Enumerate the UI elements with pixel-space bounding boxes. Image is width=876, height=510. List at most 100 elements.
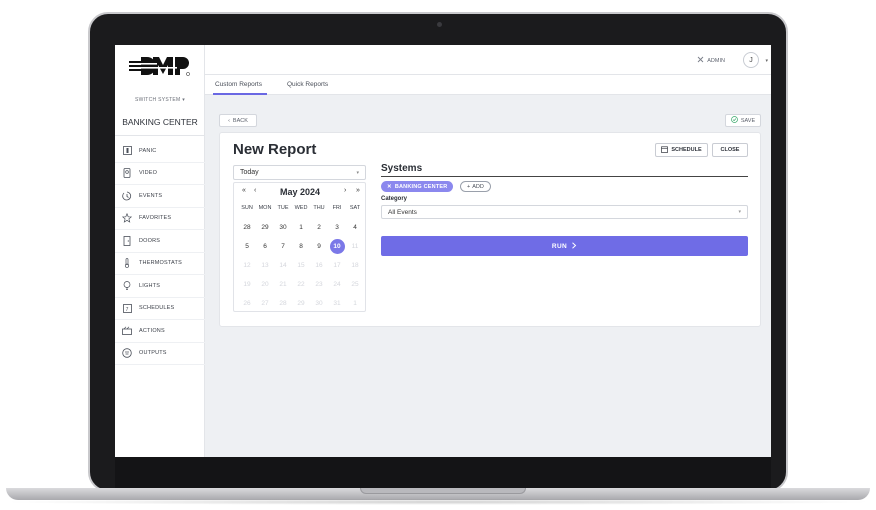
calendar-day-number: 17 bbox=[333, 262, 341, 269]
calendar-day[interactable]: 25 bbox=[346, 275, 364, 294]
chevron-down-icon: ▾ bbox=[356, 170, 359, 176]
calendar-day-number: 6 bbox=[263, 243, 267, 250]
systems-heading: Systems bbox=[381, 163, 423, 174]
tab-custom-reports[interactable]: Custom Reports bbox=[215, 81, 262, 88]
back-button[interactable]: ‹ BACK bbox=[219, 114, 257, 127]
sidebar-item-favorites[interactable]: FAVORITES bbox=[115, 208, 205, 230]
report-card: New Report SCHEDULE CLOSE Today ▾ « ‹ Ma… bbox=[219, 132, 761, 327]
chevron-down-icon: ▾ bbox=[738, 209, 741, 215]
calendar-day[interactable]: 12 bbox=[238, 256, 256, 275]
sidebar: SWITCH SYSTEM ▾ BANKING CENTER PANIC VID… bbox=[115, 45, 205, 457]
sidebar-item-thermostats[interactable]: THERMOSTATS bbox=[115, 253, 205, 275]
calendar-day[interactable]: 7 bbox=[274, 237, 292, 256]
svg-text:7: 7 bbox=[125, 307, 128, 313]
save-button[interactable]: SAVE bbox=[725, 114, 761, 127]
calendar-day-number: 11 bbox=[351, 243, 359, 250]
calendar-day[interactable]: 13 bbox=[256, 256, 274, 275]
first-month-button[interactable]: « bbox=[242, 187, 246, 194]
calendar-day-number: 10 bbox=[329, 239, 345, 254]
date-range-select[interactable]: Today ▾ bbox=[233, 165, 366, 180]
calendar-day[interactable]: 23 bbox=[310, 275, 328, 294]
calendar-day[interactable]: 26 bbox=[238, 294, 256, 313]
calendar-day[interactable]: 1 bbox=[346, 294, 364, 313]
calendar-day[interactable]: 30 bbox=[274, 218, 292, 237]
sidebar-item-outputs[interactable]: OUTPUTS bbox=[115, 343, 205, 365]
calendar-day[interactable]: 2 bbox=[310, 218, 328, 237]
chevron-down-icon[interactable]: ▾ bbox=[765, 58, 768, 64]
system-chip[interactable]: ✕ BANKING CENTER bbox=[381, 181, 454, 192]
chevron-right-icon bbox=[571, 241, 577, 251]
calendar-day-number: 12 bbox=[243, 262, 251, 269]
star-icon bbox=[121, 212, 133, 224]
prev-month-button[interactable]: ‹ bbox=[254, 187, 256, 194]
calendar-day-number: 7 bbox=[281, 243, 285, 250]
sidebar-item-schedules[interactable]: 7 SCHEDULES bbox=[115, 298, 205, 320]
category-value: All Events bbox=[388, 208, 417, 216]
admin-label: ADMIN bbox=[707, 57, 725, 64]
calendar-day-number: 24 bbox=[333, 281, 341, 288]
add-system-button[interactable]: + ADD bbox=[460, 181, 491, 192]
close-button[interactable]: CLOSE bbox=[712, 143, 748, 157]
calendar-day[interactable]: 29 bbox=[256, 218, 274, 237]
sidebar-item-label: DOORS bbox=[139, 237, 161, 244]
run-label: RUN bbox=[551, 242, 568, 250]
user-avatar[interactable]: J bbox=[743, 52, 759, 68]
calendar-day[interactable]: 14 bbox=[274, 256, 292, 275]
calendar-day[interactable]: 19 bbox=[238, 275, 256, 294]
calendar-day-number: 26 bbox=[243, 300, 251, 307]
sidebar-item-actions[interactable]: ACTIONS bbox=[115, 320, 205, 343]
calendar-day-number: 9 bbox=[317, 243, 321, 250]
calendar-day[interactable]: 24 bbox=[328, 275, 346, 294]
page-title: New Report bbox=[233, 141, 317, 158]
close-icon[interactable]: ✕ bbox=[387, 184, 392, 190]
calendar-day-number: 28 bbox=[243, 224, 251, 231]
calendar-day-number: 22 bbox=[297, 281, 305, 288]
calendar-day[interactable]: 3 bbox=[328, 218, 346, 237]
calendar-day[interactable]: 4 bbox=[346, 218, 364, 237]
calendar-day[interactable]: 10 bbox=[328, 237, 346, 256]
calendar-day[interactable]: 30 bbox=[310, 294, 328, 313]
calendar-day[interactable]: 20 bbox=[256, 275, 274, 294]
calendar-day[interactable]: 28 bbox=[274, 294, 292, 313]
next-month-button[interactable]: › bbox=[344, 187, 346, 194]
calendar-day[interactable]: 27 bbox=[256, 294, 274, 313]
calendar-day[interactable]: 16 bbox=[310, 256, 328, 275]
switch-system-dropdown[interactable]: SWITCH SYSTEM ▾ bbox=[115, 97, 205, 103]
calendar-day[interactable]: 28 bbox=[238, 218, 256, 237]
calendar-day[interactable]: 22 bbox=[292, 275, 310, 294]
category-select[interactable]: All Events ▾ bbox=[381, 205, 748, 219]
calendar-day[interactable]: 11 bbox=[346, 237, 364, 256]
calendar-header: « ‹ May 2024 › » bbox=[234, 187, 367, 199]
last-month-button[interactable]: » bbox=[356, 187, 360, 194]
schedule-button[interactable]: SCHEDULE bbox=[655, 143, 708, 157]
calendar-day-number: 30 bbox=[315, 300, 323, 307]
weekday-label: SAT bbox=[349, 205, 361, 211]
calendar: « ‹ May 2024 › » SUN MON TUE WED THU FRI… bbox=[233, 182, 366, 312]
tab-quick-reports[interactable]: Quick Reports bbox=[287, 81, 328, 88]
sidebar-nav: PANIC VIDEO EVENTS FAVORITES DOORS THERM… bbox=[115, 140, 205, 365]
calendar-day[interactable]: 9 bbox=[310, 237, 328, 256]
calendar-day[interactable]: 29 bbox=[292, 294, 310, 313]
calendar-day[interactable]: 17 bbox=[328, 256, 346, 275]
calendar-day-number: 18 bbox=[351, 262, 359, 269]
weekday-label: THU bbox=[313, 205, 325, 211]
sidebar-item-panic[interactable]: PANIC bbox=[115, 140, 205, 163]
calendar-day-number: 20 bbox=[261, 281, 269, 288]
calendar-day[interactable]: 6 bbox=[256, 237, 274, 256]
calendar-day[interactable]: 31 bbox=[328, 294, 346, 313]
calendar-day[interactable]: 5 bbox=[238, 237, 256, 256]
run-button[interactable]: RUN bbox=[381, 236, 748, 256]
admin-link[interactable]: ADMIN bbox=[697, 56, 725, 65]
sidebar-item-events[interactable]: EVENTS bbox=[115, 185, 205, 208]
calendar-day-number: 31 bbox=[333, 300, 341, 307]
calendar-day[interactable]: 21 bbox=[274, 275, 292, 294]
sidebar-item-video[interactable]: VIDEO bbox=[115, 163, 205, 185]
weekday-label: WED bbox=[294, 205, 308, 211]
calendar-day[interactable]: 15 bbox=[292, 256, 310, 275]
sidebar-item-lights[interactable]: LIGHTS bbox=[115, 275, 205, 298]
calendar-day[interactable]: 8 bbox=[292, 237, 310, 256]
calendar-day-number: 2 bbox=[317, 224, 321, 231]
sidebar-item-doors[interactable]: DOORS bbox=[115, 230, 205, 253]
calendar-day[interactable]: 18 bbox=[346, 256, 364, 275]
calendar-day[interactable]: 1 bbox=[292, 218, 310, 237]
